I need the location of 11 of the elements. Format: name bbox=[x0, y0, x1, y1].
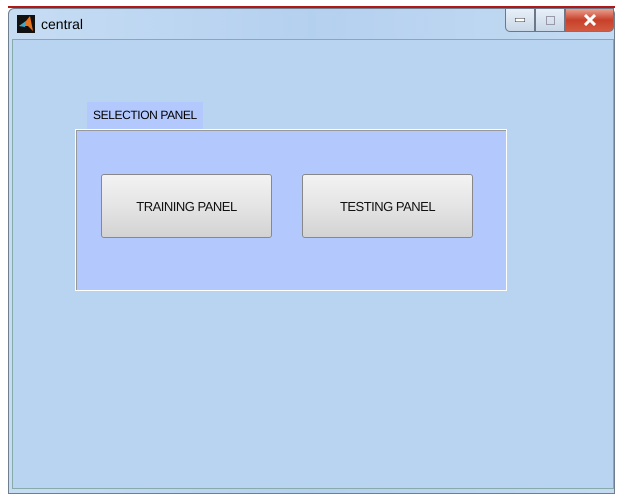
app-logo-icon bbox=[17, 15, 35, 33]
close-icon bbox=[584, 14, 596, 26]
panel-button[interactable]: TRAINING PANEL bbox=[101, 174, 272, 238]
minimize-button[interactable] bbox=[505, 8, 535, 32]
maximize-icon bbox=[546, 16, 554, 24]
minimize-icon bbox=[515, 18, 525, 22]
panel-title: SELECTION PANEL bbox=[87, 102, 203, 129]
panel-button[interactable]: TESTING PANEL bbox=[302, 174, 473, 238]
maximize-button[interactable] bbox=[535, 8, 565, 32]
window-title: central bbox=[41, 16, 84, 32]
close-button[interactable] bbox=[565, 8, 614, 32]
